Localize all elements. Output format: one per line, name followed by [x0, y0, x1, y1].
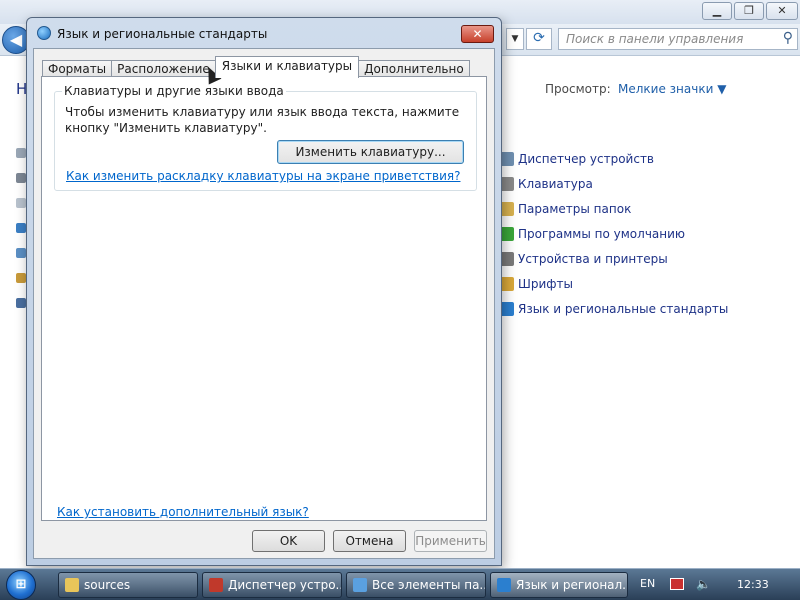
refresh-button[interactable]: ⟳ [526, 28, 552, 50]
view-by-label: Просмотр: [545, 82, 611, 96]
folder-options-icon [500, 201, 514, 216]
clock[interactable]: 12:33 [737, 578, 769, 591]
chevron-down-icon: ▼ [717, 82, 727, 96]
cp-item-label: Клавиатура [518, 176, 593, 191]
taskbar: ⊞ sources Диспетчер устро... Все элемент… [0, 568, 800, 600]
region-language-icon [497, 578, 511, 592]
cp-item-icon [16, 248, 26, 258]
view-by-value: Мелкие значки [618, 82, 714, 96]
tab-keyboards-languages[interactable]: Языки и клавиатуры [214, 56, 360, 78]
control-panel-items: Диспетчер устройств Клавиатура Параметры… [500, 146, 728, 321]
volume-icon[interactable]: 🔈 [696, 577, 711, 591]
taskbar-button-all-control-panel-items[interactable]: Все элементы па... [346, 572, 486, 598]
cp-item-icon [16, 223, 26, 233]
network-icon[interactable] [670, 578, 684, 590]
cp-item-default-programs[interactable]: Программы по умолчанию [500, 221, 728, 246]
taskbar-button-sources[interactable]: sources [58, 572, 198, 598]
address-dropdown-button[interactable]: ▼ [506, 28, 524, 50]
group-title: Клавиатуры и другие языки ввода [62, 84, 286, 98]
input-language-indicator[interactable]: EN [640, 577, 655, 590]
dialog-title: Язык и региональные стандарты [57, 27, 268, 41]
ok-button[interactable]: OK [252, 530, 325, 552]
device-manager-icon [500, 151, 514, 166]
keyboard-icon [500, 176, 514, 191]
region-language-icon [500, 301, 514, 316]
taskbar-button-label: Диспетчер устро... [228, 578, 342, 592]
cp-item-icon [16, 273, 26, 283]
taskbar-button-device-manager[interactable]: Диспетчер устро... [202, 572, 342, 598]
view-by-dropdown[interactable]: Мелкие значки ▼ [618, 82, 726, 96]
cp-item-label: Диспетчер устройств [518, 151, 655, 166]
cp-item-icon [16, 148, 26, 158]
maximize-button[interactable]: ❐ [734, 2, 764, 20]
taskbar-button-label: Язык и регионал... [516, 578, 628, 592]
close-window-button[interactable]: ✕ [766, 2, 798, 20]
welcome-screen-keyboard-link[interactable]: Как изменить раскладку клавиатуры на экр… [66, 169, 460, 183]
install-language-link[interactable]: Как установить дополнительный язык? [57, 505, 309, 519]
cp-item-devices-printers[interactable]: Устройства и принтеры [500, 246, 728, 271]
tab-panel: Клавиатуры и другие языки ввода Чтобы из… [41, 76, 487, 521]
device-manager-icon [209, 578, 223, 592]
cp-item-label: Устройства и принтеры [518, 251, 668, 266]
change-keyboards-button[interactable]: Изменить клавиатуру... [277, 140, 464, 164]
default-programs-icon [500, 226, 514, 241]
control-panel-icon [353, 578, 367, 592]
printer-icon [500, 251, 514, 266]
cp-item-label: Параметры папок [518, 201, 632, 216]
cp-item-fonts[interactable]: Шрифты [500, 271, 728, 296]
apply-button[interactable]: Применить [414, 530, 487, 552]
cp-item-keyboard[interactable]: Клавиатура [500, 171, 728, 196]
taskbar-button-label: Все элементы па... [372, 578, 486, 592]
fonts-icon [500, 276, 514, 291]
group-description: Чтобы изменить клавиатуру или язык ввода… [65, 105, 460, 135]
minimize-button[interactable]: ▁ [702, 2, 732, 20]
taskbar-button-label: sources [84, 578, 131, 592]
start-button[interactable]: ⊞ [6, 570, 36, 600]
cp-item-folder-options[interactable]: Параметры папок [500, 196, 728, 221]
cp-item-icon [16, 298, 26, 308]
keyboards-group-box: Клавиатуры и другие языки ввода Чтобы из… [54, 84, 477, 191]
search-placeholder: Поиск в панели управления [566, 32, 744, 46]
dialog-body: Форматы Расположение Языки и клавиатуры … [33, 48, 495, 559]
dialog-close-button[interactable]: ✕ [461, 25, 494, 43]
cp-item-icon [16, 173, 26, 183]
cp-item-label: Язык и региональные стандарты [518, 301, 729, 316]
tab-strip: Форматы Расположение Языки и клавиатуры … [42, 55, 470, 78]
cp-item-device-manager[interactable]: Диспетчер устройств [500, 146, 728, 171]
cp-item-icon [16, 198, 26, 208]
cancel-button[interactable]: Отмена [333, 530, 406, 552]
folder-icon [65, 578, 79, 592]
cp-item-region-language[interactable]: Язык и региональные стандарты [500, 296, 728, 321]
region-language-dialog: Язык и региональные стандарты ✕ Форматы … [26, 17, 502, 566]
globe-icon [37, 26, 51, 40]
search-input[interactable]: Поиск в панели управления ⚲ [558, 28, 798, 50]
taskbar-button-region-language[interactable]: Язык и регионал... [490, 572, 628, 598]
cp-item-label: Программы по умолчанию [518, 226, 686, 241]
cp-item-label: Шрифты [518, 276, 573, 291]
search-icon[interactable]: ⚲ [783, 30, 793, 46]
